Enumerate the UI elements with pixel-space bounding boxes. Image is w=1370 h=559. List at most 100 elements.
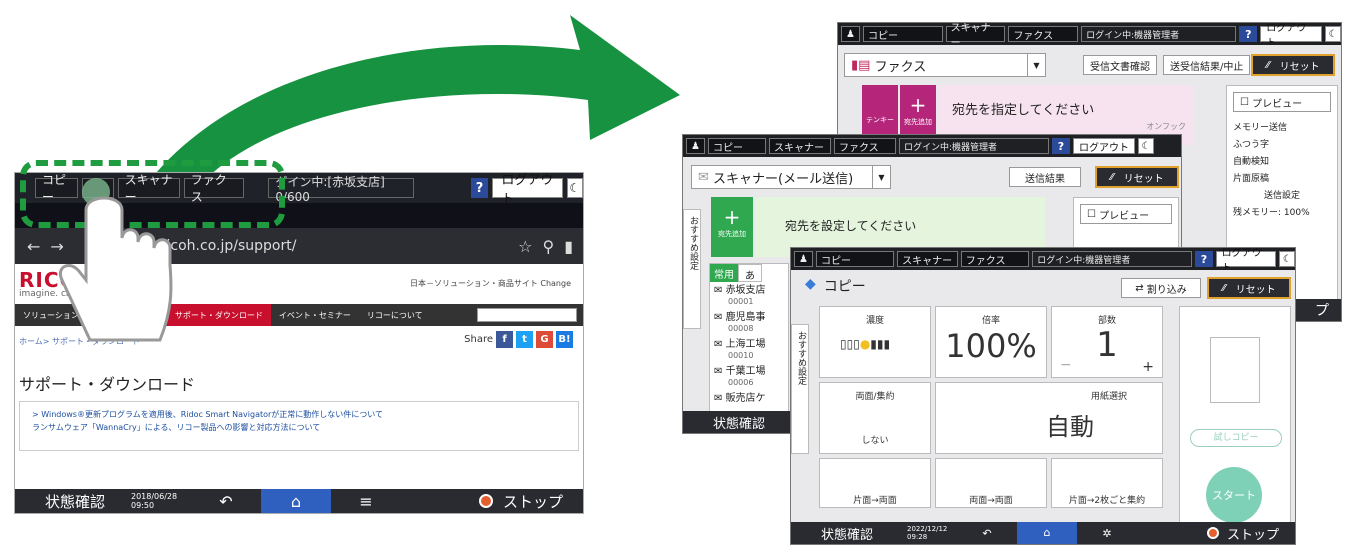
facebook-icon[interactable]: f	[496, 331, 513, 348]
fax-stop-label[interactable]: プ	[1315, 300, 1341, 320]
fax-option-resolution[interactable]: ふつう字	[1233, 137, 1331, 154]
ratio-card[interactable]: 倍率 100%	[935, 306, 1047, 378]
density-card[interactable]: 濃度 ▯▯▯●▮▮▮	[819, 306, 931, 378]
copy-recommend-tab[interactable]: おすすめ設定	[791, 324, 809, 454]
notice-link-2[interactable]: ランサムウェア「WannaCry」による、リコー製品への影響と対応方法について	[32, 421, 566, 434]
copy-logout-button[interactable]: ログアウト	[1215, 248, 1277, 274]
status-check-button[interactable]: 状態確認	[15, 491, 131, 512]
fax-preview-toggle[interactable]: ☐ プレビュー	[1233, 92, 1331, 112]
copy-status-button[interactable]: 状態確認	[791, 524, 907, 543]
scan-recommend-tab[interactable]: おすすめ設定	[683, 209, 701, 329]
duplex-card[interactable]: 両面/集約 しない	[819, 382, 931, 454]
fax-tab-scanner[interactable]: スキャナー	[945, 23, 1006, 49]
copy-tabbar: ♟ コピー スキャナー ファクス ログイン中:機器管理者 ? ログアウト ☾	[791, 248, 1295, 274]
fax-app-select[interactable]: ▮▤ ファクス ▼	[844, 53, 1046, 77]
moon-icon[interactable]: ☾	[566, 178, 583, 198]
back-icon[interactable]: ←	[27, 237, 40, 256]
tx-result-button[interactable]: 送受信結果/中止	[1163, 55, 1251, 75]
scan-tab-copy[interactable]: コピー	[707, 138, 766, 154]
start-button[interactable]: スタート	[1206, 467, 1262, 523]
fax-send-settings[interactable]: 送信設定	[1233, 188, 1331, 205]
fax-option-simplex[interactable]: 片面原稿	[1233, 171, 1331, 188]
shortcut-2[interactable]: 両面→両面	[935, 458, 1047, 508]
fax-help-button[interactable]: ?	[1239, 26, 1258, 42]
address-item[interactable]: ✉ 販売店ケ	[714, 393, 788, 404]
scan-logout-button[interactable]: ログアウト	[1072, 138, 1135, 154]
system-bar: 状態確認 2018/06/28 09:50 ↶ ⌂ ≡ ストップ	[15, 489, 583, 513]
receive-check-button[interactable]: 受信文書確認	[1083, 55, 1157, 75]
fax-option-memory[interactable]: メモリー送信	[1233, 120, 1331, 137]
scan-moon-icon[interactable]: ☾	[1137, 138, 1154, 154]
scan-preview-toggle[interactable]: ☐ プレビュー	[1080, 204, 1172, 224]
shortcut-1[interactable]: 片面→両面	[819, 458, 931, 508]
minus-icon[interactable]: −	[1060, 357, 1072, 373]
scan-result-button[interactable]: 送信結果	[1009, 167, 1081, 187]
fax-option-auto[interactable]: 自動検知	[1233, 154, 1331, 171]
tab-common[interactable]: 常用	[710, 264, 738, 282]
home-icon[interactable]: ⌂	[261, 489, 331, 513]
help-button[interactable]: ?	[470, 178, 489, 198]
interrupt-button[interactable]: ⇄ 割り込み	[1121, 278, 1201, 298]
tab-a[interactable]: あ	[738, 264, 762, 282]
copy-tab-fax[interactable]: ファクス	[960, 251, 1030, 267]
nav-event[interactable]: イベント・セミナー	[271, 310, 359, 321]
page-title: サポート・ダウンロード	[19, 375, 196, 394]
address-item[interactable]: ✉ 千葉工場 00006	[714, 366, 788, 388]
bookmark-icon[interactable]: ▮	[564, 237, 583, 256]
copy-tab-scanner[interactable]: スキャナー	[897, 251, 958, 267]
shortcut-3[interactable]: 片面→2枚ごと集約	[1051, 458, 1163, 508]
fax-user-icon[interactable]: ♟	[841, 26, 860, 42]
fax-tab-copy[interactable]: コピー	[862, 26, 943, 42]
logout-button[interactable]: ログアウト	[492, 173, 563, 207]
plus-icon[interactable]: +	[1142, 359, 1154, 375]
search-icon[interactable]: ⚲	[542, 237, 554, 256]
back-arrow-icon[interactable]: ↶	[957, 527, 1017, 540]
hatena-icon[interactable]: B!	[556, 331, 573, 348]
fax-reset-button[interactable]: ⁄⁄ リセット	[1251, 54, 1335, 76]
notice-link-1[interactable]: > Windows®更新プログラムを適用後、Ridoc Smart Naviga…	[32, 408, 566, 421]
scan-reset-button[interactable]: ⁄⁄ リセット	[1095, 166, 1179, 188]
nav-support[interactable]: サポート・ダウンロード	[166, 304, 271, 326]
scan-tab-fax[interactable]: ファクス	[833, 138, 896, 154]
copy-datetime: 2022/12/12 09:28	[907, 525, 948, 541]
fax-tab-fax[interactable]: ファクス	[1008, 26, 1079, 42]
fax-moon-icon[interactable]: ☾	[1325, 26, 1341, 42]
address-item[interactable]: ✉ 赤坂支店 00001	[714, 285, 788, 307]
onhook-label[interactable]: オンフック	[1146, 121, 1186, 132]
scan-user-icon[interactable]: ♟	[686, 138, 705, 154]
copy-reset-button[interactable]: ⁄⁄ リセット	[1207, 277, 1291, 299]
address-tabs: 常用 あ	[710, 264, 788, 282]
scan-add-dest-button[interactable]: + 宛先追加	[711, 197, 753, 257]
googleplus-icon[interactable]: G	[536, 331, 553, 348]
copies-card[interactable]: 部数 1 + −	[1051, 306, 1163, 378]
copy-help-button[interactable]: ?	[1195, 251, 1213, 267]
fax-tabbar: ♟ コピー スキャナー ファクス ログイン中:機器管理者 ? ログアウト ☾	[838, 23, 1341, 49]
menu-icon[interactable]: ≡	[331, 492, 401, 511]
copy-body: ◆ コピー ⇄ 割り込み ⁄⁄ リセット おすすめ設定 濃度 ▯▯▯●▮▮▮ 倍率 10…	[791, 270, 1295, 544]
stop-icon	[1206, 527, 1219, 539]
share-label: Share	[464, 334, 493, 345]
site-search-input[interactable]	[477, 308, 577, 322]
scan-app-select[interactable]: ✉ スキャナー(メール送信) ▼	[691, 165, 891, 189]
home-icon[interactable]: ⌂	[1017, 522, 1077, 544]
address-list: ✉ 赤坂支店 00001 ✉ 鹿児島事 00008 ✉ 上海工場 00010 ✉ 千葉…	[710, 282, 788, 404]
copy-stop-button[interactable]: ストップ	[1206, 524, 1295, 543]
paper-card[interactable]: 用紙選択 自動	[935, 382, 1163, 454]
trial-copy-button[interactable]: 試しコピー	[1190, 429, 1282, 447]
scan-status-button[interactable]: 状態確認	[683, 413, 765, 432]
site-links[interactable]: 日本－ソリューション・商品サイト Change	[410, 278, 571, 289]
gear-icon[interactable]: ✲	[1077, 527, 1137, 540]
twitter-icon[interactable]: t	[516, 331, 533, 348]
nav-about[interactable]: リコーについて	[359, 310, 431, 321]
copy-user-icon[interactable]: ♟	[794, 251, 813, 267]
address-item[interactable]: ✉ 鹿児島事 00008	[714, 312, 788, 334]
scan-help-button[interactable]: ?	[1051, 138, 1070, 154]
copy-moon-icon[interactable]: ☾	[1279, 251, 1295, 267]
back-arrow-icon[interactable]: ↶	[191, 492, 261, 511]
star-icon[interactable]: ☆	[518, 237, 532, 256]
address-item[interactable]: ✉ 上海工場 00010	[714, 339, 788, 361]
copy-tab-copy[interactable]: コピー	[815, 251, 895, 267]
stop-button[interactable]: ストップ	[478, 491, 583, 512]
fax-logout-button[interactable]: ログアウト	[1260, 23, 1323, 49]
scan-tab-scanner[interactable]: スキャナー	[768, 138, 831, 154]
